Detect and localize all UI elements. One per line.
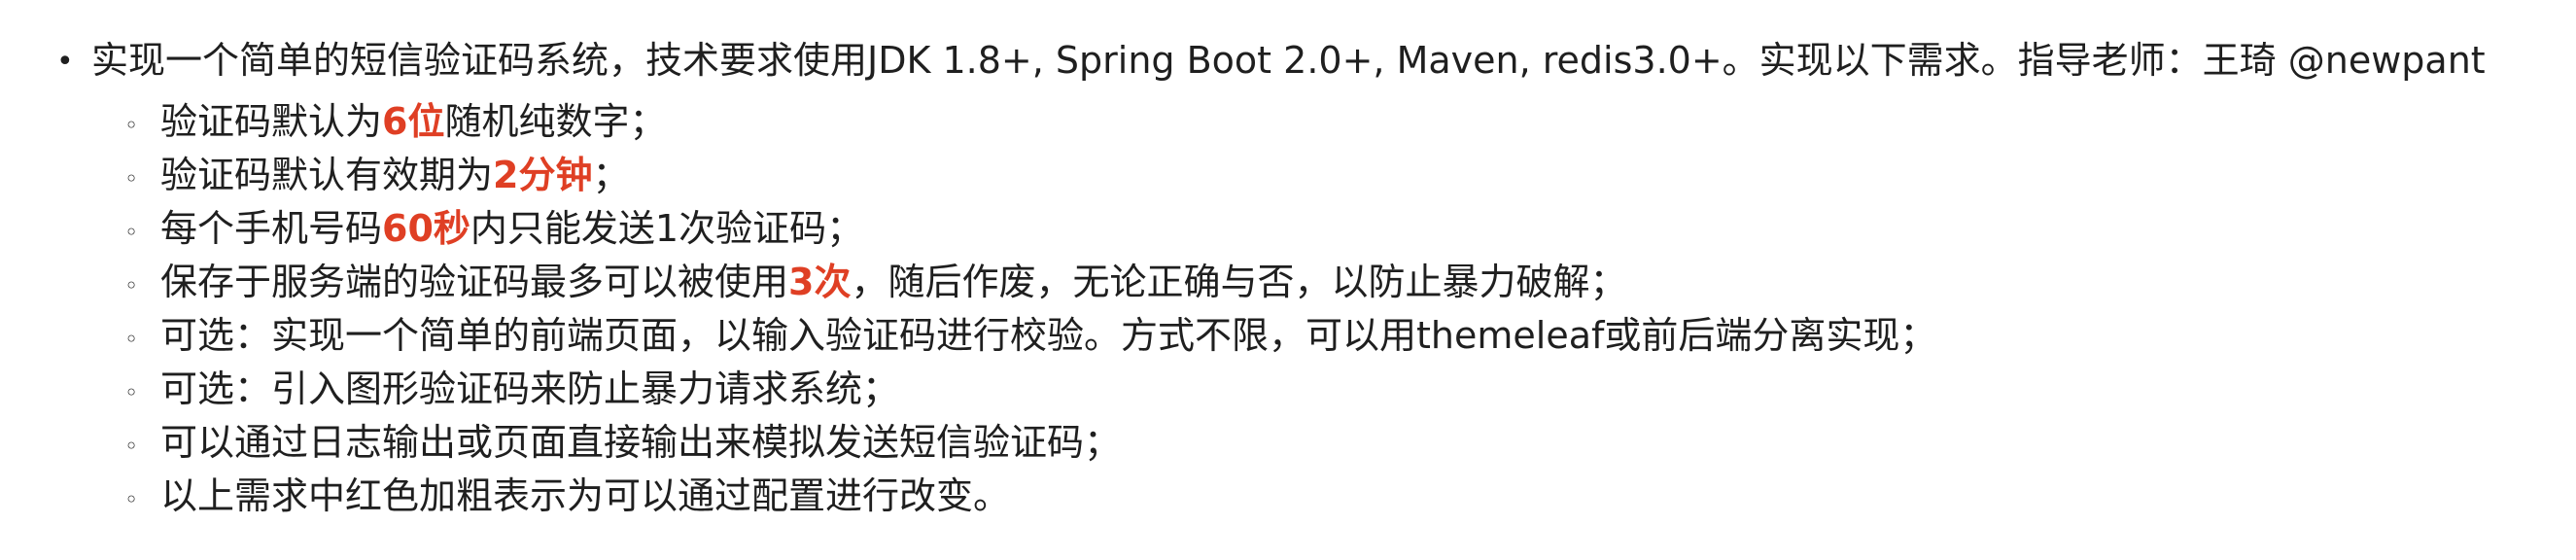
text-segment: ； [592,154,630,196]
document-page: • 实现一个简单的短信验证码系统，技术要求使用JDK 1.8+, Spring … [0,0,2576,560]
requirement-item-2: ◦ 验证码默认有效期为2分钟； [0,149,2576,202]
requirement-item-3: ◦ 每个手机号码60秒内只能发送1次验证码； [0,202,2576,256]
requirement-text: 每个手机号码60秒内只能发送1次验证码； [160,202,863,256]
emphasis-text: 2分钟 [493,154,593,196]
requirement-item-1: ◦ 验证码默认为6位随机纯数字； [0,95,2576,149]
requirement-item-6: ◦ 可选：引入图形验证码来防止暴力请求系统； [0,363,2576,416]
sub-bullet-icon: ◦ [124,486,139,513]
sub-bullet-icon: ◦ [124,165,139,192]
sub-bullet-icon: ◦ [124,112,139,139]
emphasis-text: 60秒 [382,207,470,250]
text-segment: 每个手机号码 [160,207,383,250]
requirement-text: 可选：引入图形验证码来防止暴力请求系统； [160,368,900,410]
sub-bullet-icon: ◦ [124,326,139,353]
sub-bullet-icon: ◦ [124,272,139,299]
requirement-item-4: ◦ 保存于服务端的验证码最多可以被使用3次，随后作废，无论正确与否，以防止暴力破… [0,256,2576,309]
requirement-item-7: ◦ 可以通过日志输出或页面直接输出来模拟发送短信验证码； [0,416,2576,470]
text-segment: 验证码默认为 [160,100,383,143]
main-item-text: 实现一个简单的短信验证码系统，技术要求使用JDK 1.8+, Spring Bo… [91,39,2486,82]
text-segment: ，随后作废，无论正确与否，以防止暴力破解； [851,261,1627,303]
requirement-text: 以上需求中红色加粗表示为可以通过配置进行改变。 [160,474,1011,517]
sub-bullet-icon: ◦ [124,219,139,246]
requirement-item-5: ◦ 可选：实现一个简单的前端页面，以输入验证码进行校验。方式不限，可以用them… [0,309,2576,363]
main-list-item: • 实现一个简单的短信验证码系统，技术要求使用JDK 1.8+, Spring … [0,25,2576,95]
text-segment: 保存于服务端的验证码最多可以被使用 [160,261,789,303]
text-segment: 内只能发送1次验证码； [470,207,864,250]
emphasis-text: 3次 [788,261,852,303]
requirement-item-8: ◦ 以上需求中红色加粗表示为可以通过配置进行改变。 [0,470,2576,523]
emphasis-text: 6位 [382,100,445,143]
requirement-text: 验证码默认为6位随机纯数字； [160,95,666,149]
text-segment: 验证码默认有效期为 [160,154,494,196]
sub-bullet-icon: ◦ [124,433,139,460]
requirement-text: 可以通过日志输出或页面直接输出来模拟发送短信验证码； [160,421,1122,464]
text-segment: 随机纯数字； [444,100,667,143]
sub-bullet-icon: ◦ [124,379,139,406]
requirements-list: ◦ 验证码默认为6位随机纯数字； ◦ 验证码默认有效期为2分钟； ◦ 每个手机号… [0,95,2576,523]
requirement-text: 保存于服务端的验证码最多可以被使用3次，随后作废，无论正确与否，以防止暴力破解； [160,256,1626,309]
bullet-icon: • [56,45,74,79]
requirement-text: 可选：实现一个简单的前端页面，以输入验证码进行校验。方式不限，可以用themel… [160,314,1937,357]
requirement-text: 验证码默认有效期为2分钟； [160,149,629,202]
